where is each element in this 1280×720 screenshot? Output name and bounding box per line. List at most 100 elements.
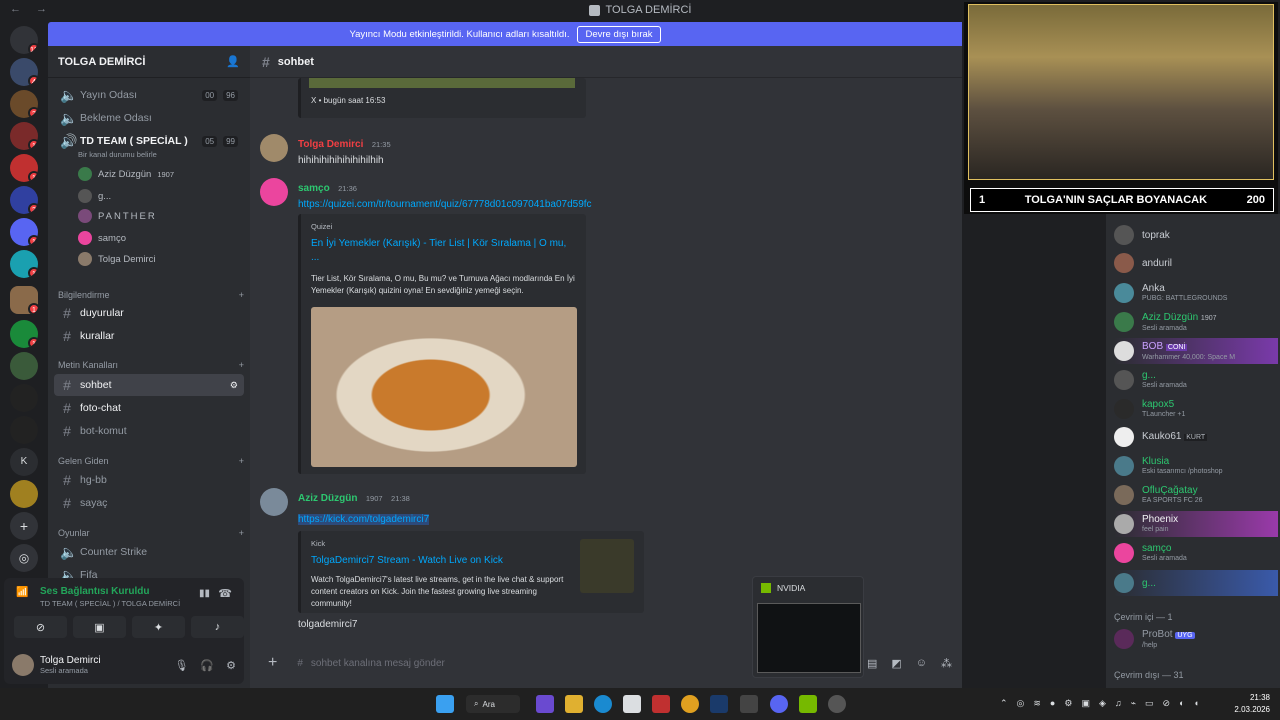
member-item[interactable]: Kauko61 KURT bbox=[1114, 424, 1278, 450]
channel-kurallar[interactable]: # kurallar bbox=[54, 325, 244, 347]
member-item[interactable]: ProBot UYG/help bbox=[1114, 626, 1278, 652]
server-icon-k[interactable]: K bbox=[10, 448, 38, 476]
server-icon-1[interactable]: 4 bbox=[10, 58, 38, 86]
steam-icon[interactable] bbox=[710, 695, 728, 713]
avatar[interactable] bbox=[12, 654, 34, 676]
app-icon[interactable] bbox=[536, 695, 554, 713]
discord-icon[interactable] bbox=[770, 695, 788, 713]
voice-user[interactable]: PANTHER bbox=[78, 206, 157, 226]
mic-icon[interactable]: 🎙 bbox=[174, 659, 188, 672]
server-icon-8[interactable]: 1 bbox=[10, 286, 38, 314]
server-icon-2[interactable]: 2 bbox=[10, 90, 38, 118]
attach-plus-icon[interactable]: + bbox=[268, 654, 277, 672]
nvidia-popup[interactable]: NVIDIA bbox=[752, 576, 864, 678]
member-item[interactable]: Phoenix feel pain bbox=[1114, 511, 1278, 537]
voice-channel-path[interactable]: TD TEAM ( SPECİAL ) / TOLGA DEMİRCİ bbox=[40, 599, 180, 608]
voice-channel-yayin[interactable]: 🔈 Yayın Odası 00 96 bbox=[54, 84, 244, 106]
member-item[interactable]: BOB CONİ Warhammer 40,000: Space M bbox=[1114, 338, 1278, 364]
voice-user[interactable]: Aziz Düzgün 1907 bbox=[78, 164, 174, 184]
noise-icon[interactable]: ▮▮ bbox=[199, 588, 210, 599]
message-author[interactable]: samço bbox=[298, 183, 330, 194]
server-icon-4[interactable]: 1 bbox=[10, 154, 38, 182]
add-channel-icon[interactable]: + bbox=[239, 290, 244, 300]
nvidia-thumbnail[interactable] bbox=[757, 603, 861, 673]
app-icon[interactable] bbox=[652, 695, 670, 713]
avatar[interactable] bbox=[260, 134, 288, 162]
add-channel-icon[interactable]: + bbox=[239, 360, 244, 370]
member-item[interactable]: g... Sesli aramada bbox=[1114, 367, 1278, 393]
embed-title[interactable]: En İyi Yemekler (Karışık) - Tier List | … bbox=[311, 237, 576, 265]
folder-icon[interactable] bbox=[565, 695, 583, 713]
channel-status[interactable]: Bir kanal durumu belirle bbox=[78, 150, 157, 159]
discover-icon[interactable]: ◎ bbox=[10, 544, 38, 572]
chrome-icon[interactable] bbox=[681, 695, 699, 713]
voice-channel-bekleme[interactable]: 🔈 Bekleme Odası bbox=[54, 107, 244, 129]
channel-foto-chat[interactable]: # foto-chat bbox=[54, 397, 244, 419]
soundboard-button[interactable]: ♪ bbox=[191, 616, 244, 638]
add-channel-icon[interactable]: + bbox=[239, 456, 244, 466]
message-link[interactable]: https://kick.com/tolgademirci7 bbox=[298, 514, 430, 525]
category-bilgilendirme[interactable]: Bilgilendirme + bbox=[58, 290, 244, 300]
camera-button[interactable]: ⊘ bbox=[14, 616, 67, 638]
member-item[interactable]: anduril bbox=[1114, 250, 1278, 276]
embed-thumbnail[interactable] bbox=[580, 539, 634, 593]
channel-sayac[interactable]: # sayaç bbox=[54, 492, 244, 514]
gear-icon[interactable]: ⚙ bbox=[226, 659, 236, 672]
channel-duyurular[interactable]: # duyurular bbox=[54, 302, 244, 324]
start-icon[interactable] bbox=[436, 695, 454, 713]
search-box[interactable]: ⌕ Ara bbox=[466, 695, 520, 713]
voice-user[interactable]: Tolga Demirci bbox=[78, 249, 156, 269]
clock[interactable]: 21:38 2.03.2026 bbox=[1234, 692, 1270, 716]
store-icon[interactable] bbox=[623, 695, 641, 713]
voice-user[interactable]: g... bbox=[78, 186, 111, 206]
message-author[interactable]: Aziz Düzgün bbox=[298, 493, 357, 504]
server-icon-13[interactable] bbox=[10, 480, 38, 508]
add-server-icon[interactable]: + bbox=[10, 512, 38, 540]
embed-image[interactable] bbox=[311, 307, 577, 467]
disconnect-icon[interactable]: ☎ bbox=[218, 587, 232, 600]
server-icon-3[interactable]: 1 bbox=[10, 122, 38, 150]
member-item[interactable]: Anka PUBG: BATTLEGROUNDS bbox=[1114, 280, 1278, 306]
member-item[interactable]: kapox5 TLauncher +1 bbox=[1114, 396, 1278, 422]
server-icon-7[interactable]: 1 bbox=[10, 250, 38, 278]
add-member-icon[interactable]: 👤 bbox=[226, 55, 240, 68]
server-header[interactable]: TOLGA DEMİRCİ 👤 bbox=[48, 46, 250, 78]
sticker-icon[interactable]: ◩ bbox=[891, 657, 901, 670]
server-icon-12[interactable] bbox=[10, 416, 38, 444]
member-item[interactable]: OfluÇağatay EA SPORTS FC 26 bbox=[1114, 482, 1278, 508]
home-button[interactable]: 13 bbox=[10, 26, 38, 54]
category-metin[interactable]: Metin Kanalları + bbox=[58, 360, 244, 370]
member-item[interactable]: g... bbox=[1114, 570, 1278, 596]
member-item[interactable]: Aziz Düzgün 1907 Sesli aramada bbox=[1114, 309, 1278, 335]
message-link[interactable]: https://quizei.com/tr/tournament/quiz/67… bbox=[298, 199, 958, 210]
apps-icon[interactable]: ⁂ bbox=[941, 657, 952, 670]
headphones-icon[interactable]: 🎧 bbox=[200, 659, 214, 672]
server-icon-6[interactable]: 1 bbox=[10, 218, 38, 246]
channel-bot-komut[interactable]: # bot-komut bbox=[54, 420, 244, 442]
category-oyunlar[interactable]: Oyunlar + bbox=[58, 528, 244, 538]
message-author[interactable]: Tolga Demirci bbox=[298, 139, 363, 150]
channel-sohbet[interactable]: # sohbet ⚙ bbox=[54, 374, 244, 396]
member-item[interactable]: Klusia Eski tasarımcı /photoshop bbox=[1114, 453, 1278, 479]
voice-status[interactable]: Ses Bağlantısı Kuruldu bbox=[40, 586, 149, 597]
edge-icon[interactable] bbox=[594, 695, 612, 713]
voice-user[interactable]: samço bbox=[78, 228, 126, 248]
emoji-icon[interactable]: ☺ bbox=[916, 657, 927, 669]
nvidia-icon[interactable] bbox=[799, 695, 817, 713]
screen-share-button[interactable]: ▣ bbox=[73, 616, 126, 638]
avatar[interactable] bbox=[260, 488, 288, 516]
server-icon-10[interactable] bbox=[10, 352, 38, 380]
add-channel-icon[interactable]: + bbox=[239, 528, 244, 538]
member-item[interactable]: samço Sesli aramada bbox=[1114, 540, 1278, 566]
app-icon[interactable] bbox=[740, 695, 758, 713]
member-item[interactable]: toprak bbox=[1114, 222, 1278, 248]
settings-icon[interactable]: ⚙ bbox=[230, 380, 238, 391]
server-icon-11[interactable] bbox=[10, 384, 38, 412]
message-input[interactable]: sohbet kanalına mesaj gönder bbox=[311, 658, 445, 669]
disable-streamer-mode-button[interactable]: Devre dışı bırak bbox=[577, 25, 661, 43]
gif-icon[interactable]: ▤ bbox=[867, 657, 877, 670]
voice-channel-td-team[interactable]: 🔊 TD TEAM ( SPECİAL ) 05 99 bbox=[54, 130, 244, 152]
system-tray[interactable]: ⌃◎≋●⚙▣◈♫⌁▭⊘◐◖ bbox=[1000, 698, 1208, 709]
server-icon-9[interactable]: 1 bbox=[10, 320, 38, 348]
embed-title[interactable]: TolgaDemirci7 Stream - Watch Live on Kic… bbox=[311, 554, 571, 568]
